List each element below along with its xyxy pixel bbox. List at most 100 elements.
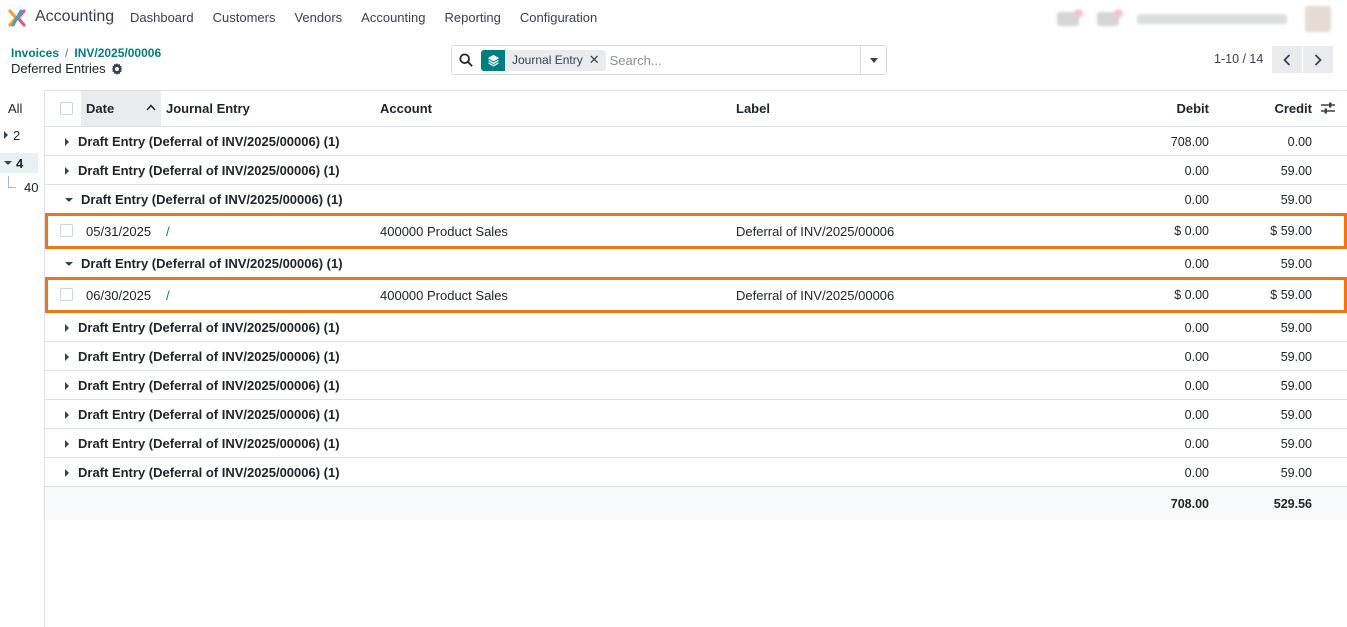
row-checkbox[interactable] [60,224,73,237]
cell-credit[interactable]: $ 59.00 [1270,224,1312,238]
table-header: Date Journal Entry Account Label Debit C… [45,90,1347,127]
search-panel-item-label: 2 [13,127,21,143]
group-debit: 0.00 [1184,164,1209,178]
search-panel-item-active[interactable]: 4 [0,153,38,173]
search-panel: All 2 4 40 [0,90,45,627]
caret-right-icon [65,323,69,332]
caret-right-icon [65,166,69,175]
search-options-toggle[interactable] [860,46,886,74]
caret-down-icon [65,197,73,202]
pager-next-button[interactable] [1303,46,1333,73]
group-debit: 0.00 [1184,350,1209,364]
group-row[interactable]: Draft Entry (Deferral of INV/2025/00006)… [45,342,1347,371]
menu-accounting[interactable]: Accounting [361,10,425,25]
gear-icon[interactable] [111,62,123,75]
group-row-expanded[interactable]: Draft Entry (Deferral of INV/2025/00006)… [45,249,1347,278]
table-footer-totals: 708.00 529.56 [45,487,1347,520]
menu-dashboard[interactable]: Dashboard [130,10,194,25]
activity-icon[interactable] [1097,9,1123,26]
optional-columns-icon[interactable] [1321,101,1335,115]
main-menu: Dashboard Customers Vendors Accounting R… [130,10,616,25]
search-facet: Journal Entry ✕ [481,49,606,71]
caret-right-icon [65,410,69,419]
group-credit: 59.00 [1280,321,1312,335]
table-row[interactable]: 05/31/2025 / 400000 Product Sales Deferr… [45,213,1347,249]
group-row[interactable]: Draft Entry (Deferral of INV/2025/00006)… [45,313,1347,342]
caret-down-icon [65,261,73,266]
company-switcher[interactable] [1137,14,1287,24]
group-label: Draft Entry (Deferral of INV/2025/00006)… [78,163,340,178]
group-label: Draft Entry (Deferral of INV/2025/00006)… [78,465,340,480]
cell-journal-entry[interactable]: / [166,224,170,239]
facet-remove-icon[interactable]: ✕ [589,52,606,68]
breadcrumb-invoice[interactable]: INV/2025/00006 [74,46,161,60]
table-row[interactable]: 06/30/2025 / 400000 Product Sales Deferr… [45,277,1347,313]
group-row-expanded[interactable]: Draft Entry (Deferral of INV/2025/00006)… [45,185,1347,214]
group-credit: 59.00 [1280,437,1312,451]
cell-date[interactable]: 05/31/2025 [86,224,151,239]
cell-credit[interactable]: $ 59.00 [1270,288,1312,302]
caret-right-icon [65,352,69,361]
group-debit: 0.00 [1184,321,1209,335]
group-row[interactable]: Draft Entry (Deferral of INV/2025/00006)… [45,156,1347,185]
breadcrumb-separator: / [65,46,69,60]
chevron-right-icon [1314,53,1322,66]
cell-debit[interactable]: $ 0.00 [1174,288,1209,302]
view-title: Deferred Entries [11,61,123,76]
group-label: Draft Entry (Deferral of INV/2025/00006)… [78,320,340,335]
select-all-checkbox[interactable] [60,102,73,115]
caret-right-icon [65,381,69,390]
cell-journal-entry[interactable]: / [166,288,170,303]
row-checkbox[interactable] [60,288,73,301]
group-label: Draft Entry (Deferral of INV/2025/00006)… [78,134,340,149]
group-row[interactable]: Draft Entry (Deferral of INV/2025/00006)… [45,400,1347,429]
search-icon [452,53,480,67]
breadcrumb: Invoices / INV/2025/00006 [11,46,161,60]
breadcrumb-invoices[interactable]: Invoices [11,46,59,60]
page-title: Deferred Entries [11,61,106,76]
column-credit[interactable]: Credit [1274,101,1312,116]
column-debit[interactable]: Debit [1177,101,1210,116]
group-label: Draft Entry (Deferral of INV/2025/00006)… [78,407,340,422]
top-navbar: Accounting Dashboard Customers Vendors A… [0,0,1347,36]
cell-label[interactable]: Deferral of INV/2025/00006 [736,224,894,239]
discuss-icon[interactable] [1057,9,1083,26]
group-debit: 0.00 [1184,257,1209,271]
menu-customers[interactable]: Customers [213,10,276,25]
group-row[interactable]: Draft Entry (Deferral of INV/2025/00006)… [45,458,1347,487]
group-credit: 59.00 [1280,257,1312,271]
group-row[interactable]: Draft Entry (Deferral of INV/2025/00006)… [45,429,1347,458]
caret-down-icon [4,161,12,165]
cell-debit[interactable]: $ 0.00 [1174,224,1209,238]
app-name[interactable]: Accounting [35,8,114,26]
pager-buttons [1272,46,1333,73]
menu-vendors[interactable]: Vendors [294,10,342,25]
caret-right-icon [65,137,69,146]
group-credit: 59.00 [1280,350,1312,364]
cell-label[interactable]: Deferral of INV/2025/00006 [736,288,894,303]
group-row[interactable]: Draft Entry (Deferral of INV/2025/00006)… [45,127,1347,156]
search-panel-all[interactable]: All [8,101,22,116]
column-date[interactable]: Date [86,101,114,116]
group-label: Draft Entry (Deferral of INV/2025/00006)… [78,436,340,451]
menu-reporting[interactable]: Reporting [445,10,501,25]
total-credit: 529.56 [1273,497,1312,511]
column-account[interactable]: Account [380,101,432,116]
pager-previous-button[interactable] [1272,46,1302,73]
column-label[interactable]: Label [736,101,770,116]
cell-account[interactable]: 400000 Product Sales [380,288,508,303]
pager-value[interactable]: 1-10 / 14 [1214,52,1263,66]
user-avatar[interactable] [1305,6,1331,32]
group-credit: 59.00 [1280,379,1312,393]
group-row[interactable]: Draft Entry (Deferral of INV/2025/00006)… [45,371,1347,400]
search-input[interactable] [609,52,850,68]
chevron-left-icon [1283,53,1291,66]
search-bar[interactable]: Journal Entry ✕ [451,45,887,75]
cell-date[interactable]: 06/30/2025 [86,288,151,303]
search-panel-item[interactable]: 2 [0,125,38,145]
accounting-app-icon[interactable] [7,8,27,28]
search-panel-subitem[interactable]: 40 [24,180,38,195]
cell-account[interactable]: 400000 Product Sales [380,224,508,239]
menu-configuration[interactable]: Configuration [520,10,597,25]
column-journal-entry[interactable]: Journal Entry [166,101,250,116]
